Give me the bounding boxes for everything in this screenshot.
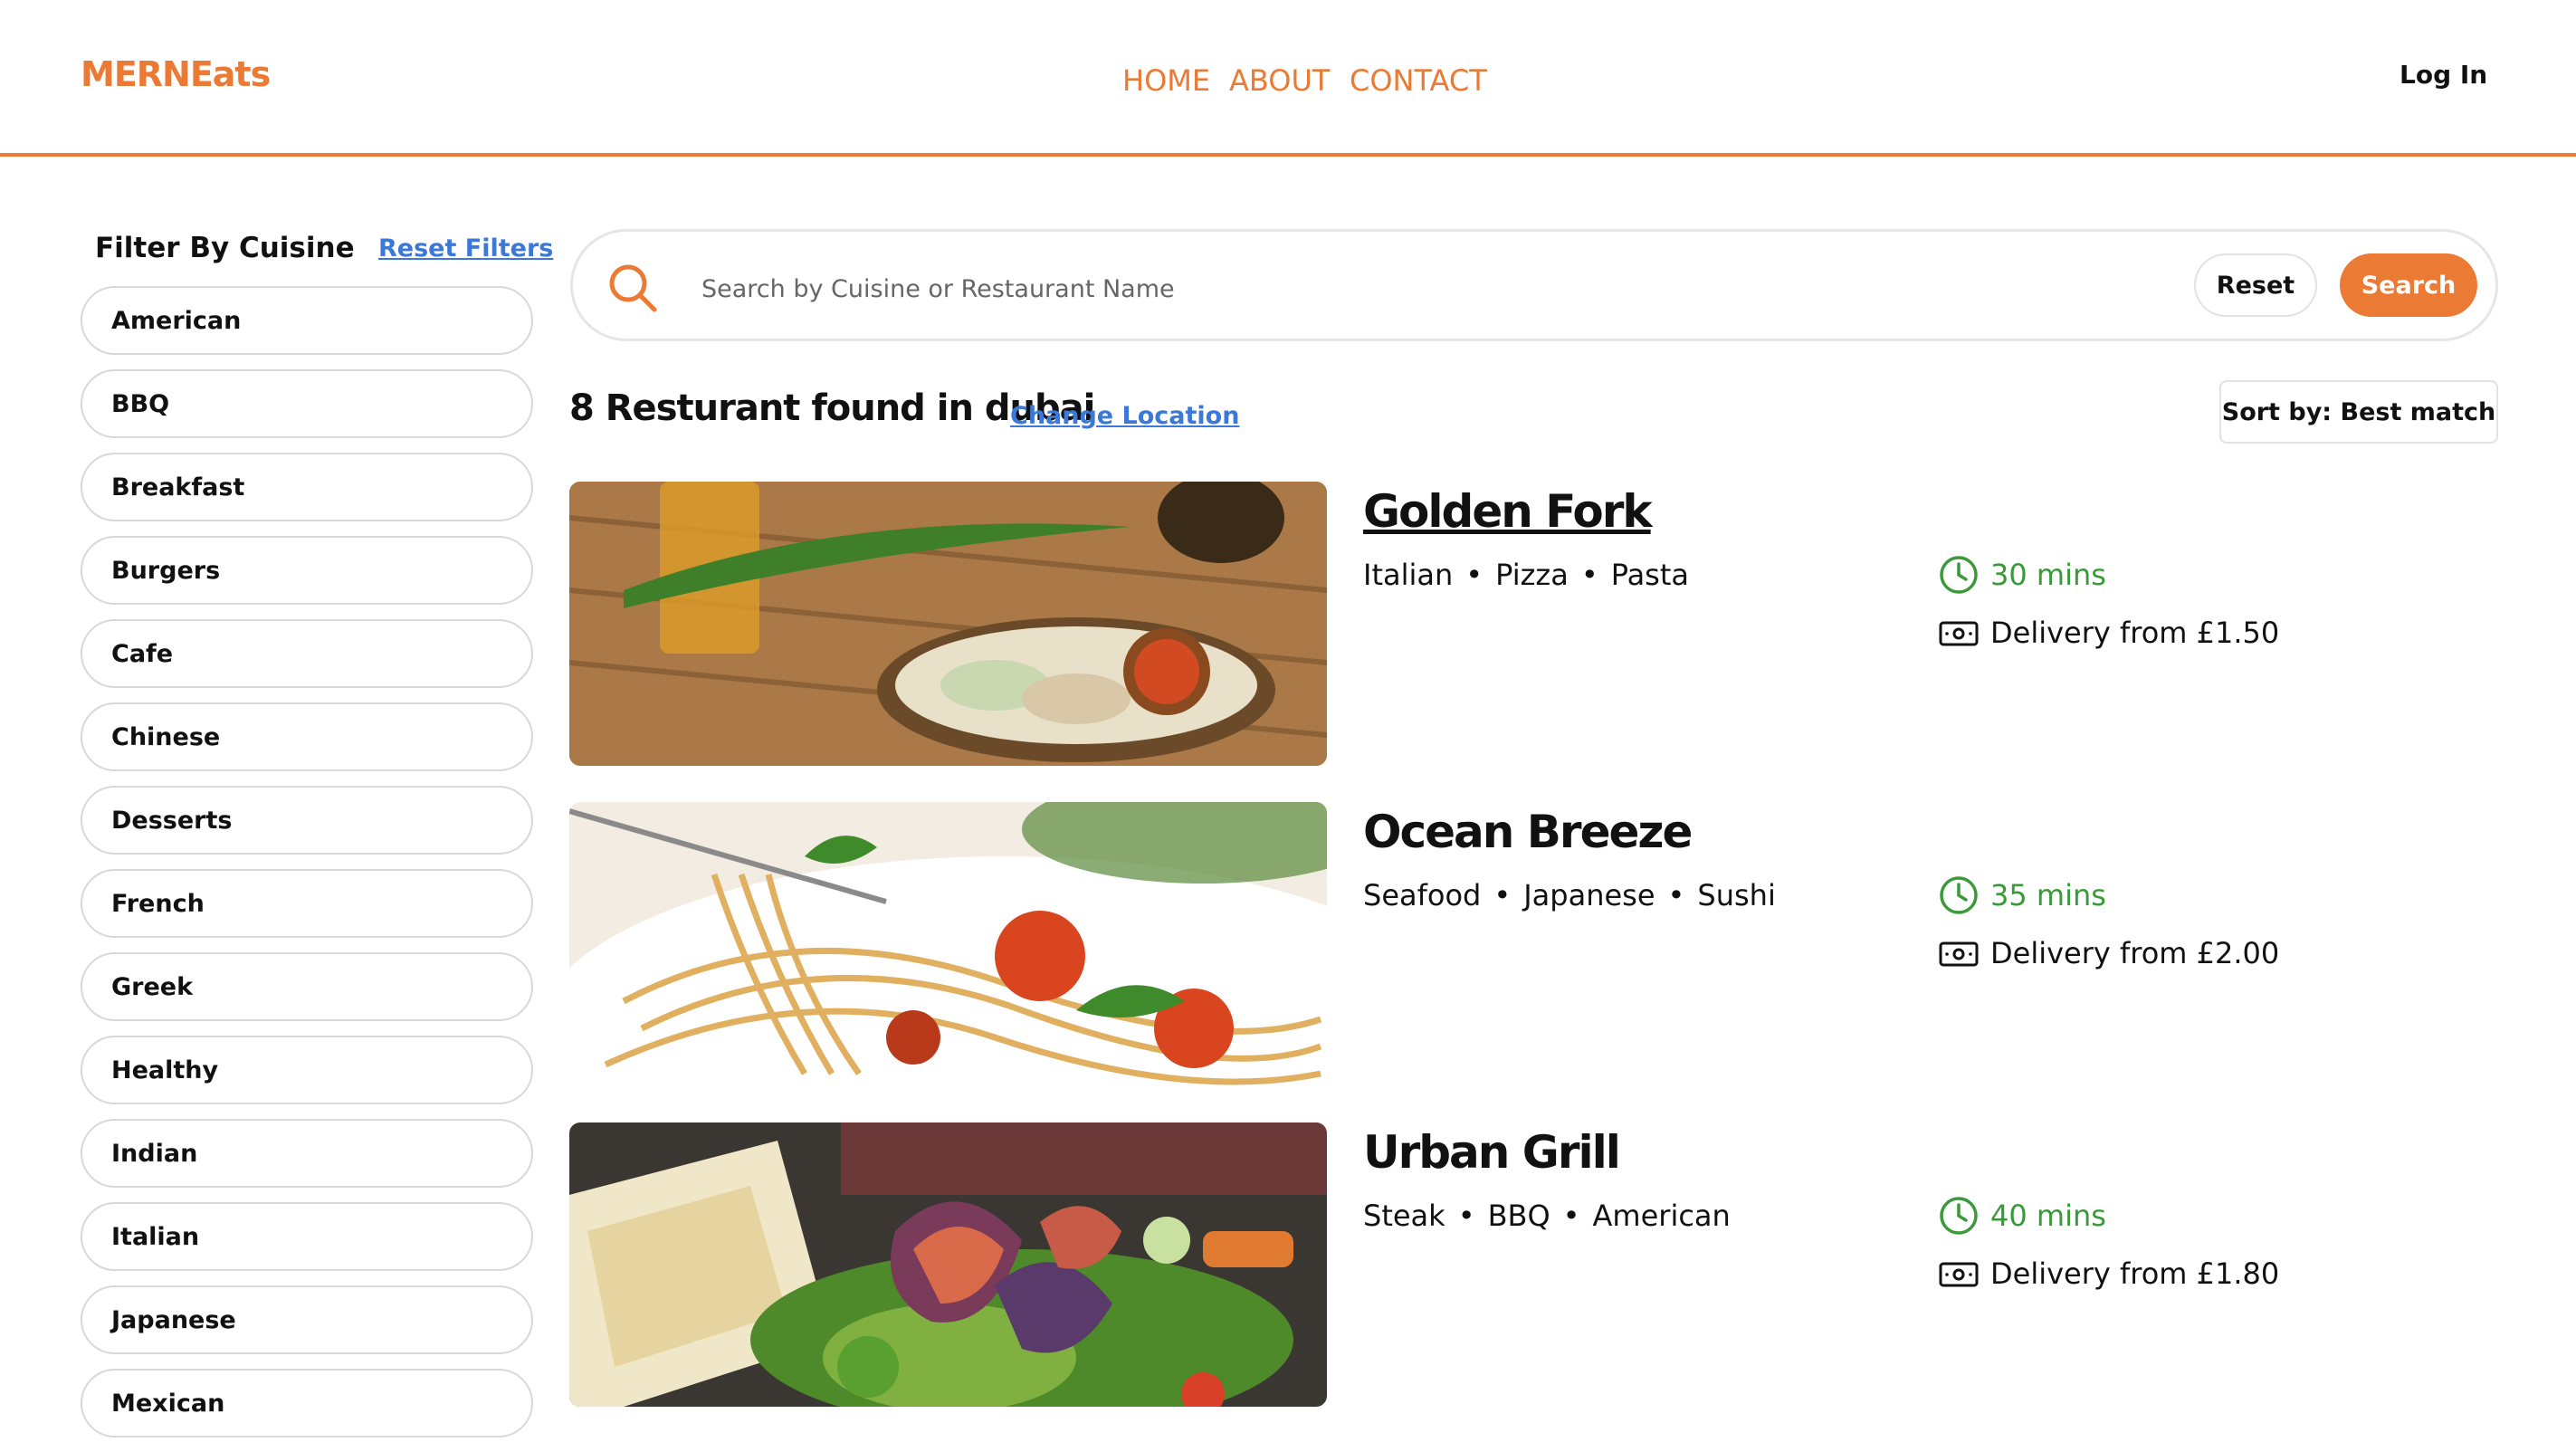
delivery-time: 35 mins — [1938, 874, 2106, 916]
filter-title: Filter By Cuisine — [95, 232, 355, 264]
login-link[interactable]: Log In — [2399, 60, 2487, 90]
cuisine-filter-italian[interactable]: Italian — [81, 1202, 533, 1271]
cuisine-filter-label: Desserts — [111, 806, 233, 835]
nav-contact[interactable]: CONTACT — [1350, 63, 1487, 98]
delivery-price: Delivery from £2.00 — [1938, 932, 2279, 974]
cuisine-filter-list: American BBQ Breakfast Burgers Cafe Chinese De… — [81, 286, 533, 1452]
restaurant-card[interactable]: Ocean Breeze Seafood • Japanese • Sushi 35 m… — [569, 802, 2498, 1086]
cuisine-tag: Sushi — [1697, 878, 1776, 912]
cuisine-tag: American — [1592, 1199, 1731, 1233]
restaurant-name[interactable]: Golden Fork — [1363, 485, 1653, 538]
separator-dot: • — [1580, 558, 1598, 592]
cuisine-tag: Pasta — [1610, 558, 1689, 592]
search-input[interactable] — [700, 261, 2061, 317]
restaurant-image — [569, 482, 1327, 766]
restaurant-cuisines: Italian • Pizza • Pasta — [1363, 558, 1689, 592]
cuisine-filter-label: American — [111, 306, 242, 335]
separator-dot: • — [1457, 1199, 1475, 1233]
cuisine-tag: Steak — [1363, 1199, 1445, 1233]
restaurant-cuisines: Steak • BBQ • American — [1363, 1199, 1731, 1233]
separator-dot: • — [1667, 878, 1685, 912]
delivery-price-text: Delivery from £2.00 — [1990, 936, 2280, 970]
cuisine-filter-label: Chinese — [111, 722, 221, 751]
cuisine-filter-desserts[interactable]: Desserts — [81, 786, 533, 855]
restaurant-name[interactable]: Urban Grill — [1363, 1126, 1621, 1179]
clock-icon — [1940, 876, 1978, 914]
cuisine-filter-label: Breakfast — [111, 473, 245, 502]
site-header: MERNEats HOME ABOUT CONTACT Log In — [0, 0, 2576, 157]
cuisine-filter-label: Cafe — [111, 639, 174, 668]
clock-icon — [1940, 1197, 1978, 1235]
cuisine-filter-french[interactable]: French — [81, 869, 533, 938]
cuisine-filter-label: Italian — [111, 1222, 200, 1251]
cuisine-filter-label: BBQ — [111, 389, 170, 418]
delivery-time-text: 40 mins — [1990, 1199, 2106, 1233]
cuisine-filter-label: Mexican — [111, 1389, 225, 1418]
separator-dot: • — [1493, 878, 1512, 912]
cuisine-filter-american[interactable]: American — [81, 286, 533, 355]
restaurant-image — [569, 802, 1327, 1086]
cuisine-filter-label: Greek — [111, 972, 194, 1001]
delivery-time: 30 mins — [1938, 554, 2106, 596]
search-bar: Reset Search — [570, 229, 2498, 341]
banknote-icon — [1939, 1262, 1979, 1287]
sort-dropdown[interactable]: Sort by: Best match — [2219, 380, 2498, 444]
banknote-icon — [1939, 941, 1979, 967]
restaurant-name[interactable]: Ocean Breeze — [1363, 806, 1693, 858]
delivery-price: Delivery from £1.80 — [1938, 1253, 2279, 1294]
cuisine-filter-indian[interactable]: Indian — [81, 1119, 533, 1188]
nav-home[interactable]: HOME — [1122, 63, 1210, 98]
cuisine-tag: Seafood — [1363, 878, 1482, 912]
delivery-time-text: 30 mins — [1990, 558, 2106, 592]
restaurant-card[interactable]: Golden Fork Italian • Pizza • Pasta 30 mins … — [569, 482, 2498, 766]
logo[interactable]: MERNEats — [81, 54, 271, 94]
cuisine-tag: Italian — [1363, 558, 1454, 592]
nav-about[interactable]: ABOUT — [1229, 63, 1330, 98]
search-reset-button[interactable]: Reset — [2194, 253, 2317, 317]
cuisine-filter-breakfast[interactable]: Breakfast — [81, 453, 533, 521]
cuisine-filter-label: Healthy — [111, 1056, 219, 1084]
cuisine-tag: Japanese — [1523, 878, 1655, 912]
cuisine-filter-label: French — [111, 889, 205, 918]
cuisine-filter-greek[interactable]: Greek — [81, 952, 533, 1021]
restaurant-image — [569, 1122, 1327, 1407]
cuisine-filter-label: Indian — [111, 1139, 198, 1168]
search-button[interactable]: Search — [2340, 253, 2477, 317]
delivery-price: Delivery from £1.50 — [1938, 612, 2279, 654]
cuisine-filter-label: Japanese — [111, 1305, 236, 1334]
cuisine-filter-mexican[interactable]: Mexican — [81, 1369, 533, 1438]
delivery-time-text: 35 mins — [1990, 878, 2106, 912]
delivery-price-text: Delivery from £1.80 — [1990, 1256, 2280, 1291]
cuisine-filter-bbq[interactable]: BBQ — [81, 369, 533, 438]
cuisine-filter-cafe[interactable]: Cafe — [81, 619, 533, 688]
clock-icon — [1940, 556, 1978, 594]
restaurant-card[interactable]: Urban Grill Steak • BBQ • American 40 mins D… — [569, 1122, 2498, 1407]
cuisine-filter-chinese[interactable]: Chinese — [81, 702, 533, 771]
delivery-time: 40 mins — [1938, 1195, 2106, 1237]
restaurant-cuisines: Seafood • Japanese • Sushi — [1363, 878, 1776, 912]
cuisine-tag: Pizza — [1495, 558, 1569, 592]
reset-filters-link[interactable]: Reset Filters — [378, 234, 553, 263]
cuisine-tag: BBQ — [1487, 1199, 1550, 1233]
cuisine-filter-label: Burgers — [111, 556, 221, 585]
cuisine-filter-healthy[interactable]: Healthy — [81, 1036, 533, 1104]
search-icon — [606, 261, 660, 315]
cuisine-filter-japanese[interactable]: Japanese — [81, 1285, 533, 1354]
banknote-icon — [1939, 621, 1979, 646]
separator-dot: • — [1562, 1199, 1580, 1233]
separator-dot: • — [1465, 558, 1484, 592]
change-location-link[interactable]: Change Location — [1010, 402, 1239, 430]
delivery-price-text: Delivery from £1.50 — [1990, 616, 2280, 650]
cuisine-filter-burgers[interactable]: Burgers — [81, 536, 533, 605]
